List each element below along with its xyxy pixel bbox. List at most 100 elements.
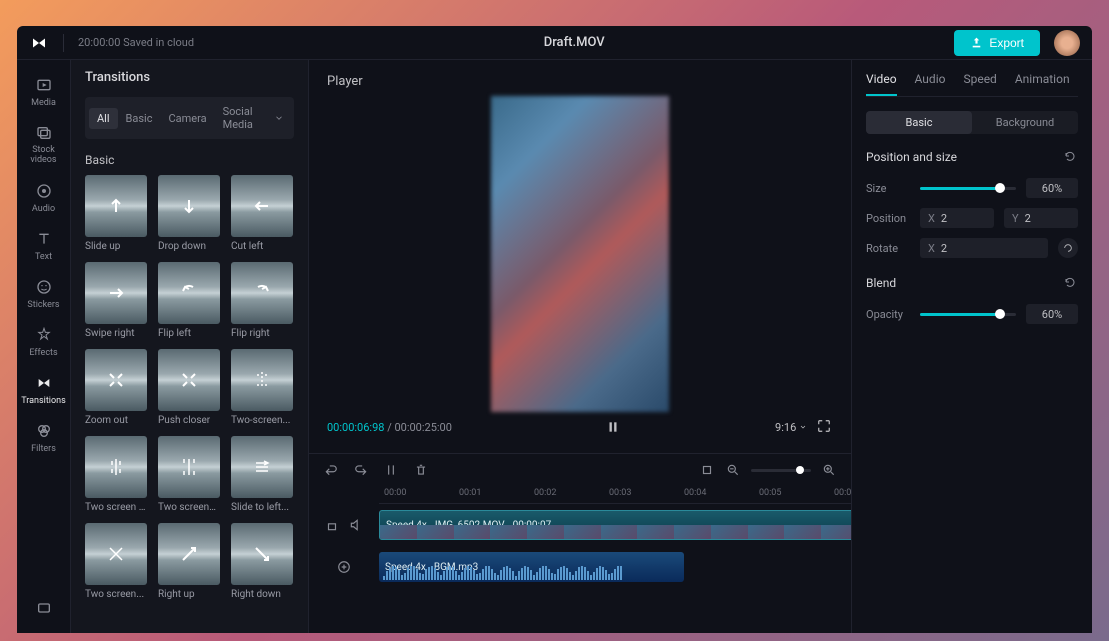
aspect-ratio[interactable]: 9:16 <box>775 421 807 434</box>
transition-item[interactable]: Two screen... <box>85 523 148 600</box>
export-label: Export <box>989 36 1024 50</box>
undo-button[interactable] <box>323 462 339 478</box>
player-controls: 00:00:06:98 / 00:00:25:00 9:16 <box>327 409 833 445</box>
video-stage[interactable] <box>327 99 833 409</box>
settings-icon <box>35 599 53 617</box>
transition-item[interactable]: Two screens... <box>158 436 221 513</box>
nav-filters[interactable]: Filters <box>19 416 69 460</box>
reset-icon <box>1064 150 1076 162</box>
audio-track[interactable]: Speed 4x BGM.mp3 <box>379 546 851 588</box>
filter-all[interactable]: All <box>89 108 118 129</box>
transition-item[interactable]: Flip right <box>231 262 294 339</box>
position-x-input[interactable]: X2 <box>920 208 994 228</box>
reset-icon <box>1064 276 1076 288</box>
transition-item[interactable]: Cut left <box>231 175 294 252</box>
subtab-basic[interactable]: Basic <box>866 111 972 134</box>
nav-audio[interactable]: Audio <box>19 176 69 220</box>
split-icon <box>384 463 398 477</box>
track-lock-button[interactable] <box>325 518 339 532</box>
ruler-tick: 00:04 <box>684 488 706 498</box>
size-value[interactable]: 60% <box>1026 178 1078 198</box>
subtab-background[interactable]: Background <box>972 111 1078 134</box>
transition-item[interactable]: Right down <box>231 523 294 600</box>
timeline-ruler[interactable]: 00:0000:0100:0200:0300:0400:0500:0600:07… <box>379 486 851 504</box>
track-add-button[interactable] <box>337 560 351 574</box>
nav-label: Media <box>31 98 56 108</box>
speaker-icon <box>349 518 363 532</box>
audio-clip[interactable]: Speed 4x BGM.mp3 <box>379 552 684 582</box>
tab-animation[interactable]: Animation <box>1015 72 1070 96</box>
crop-button[interactable] <box>699 462 715 478</box>
opacity-value[interactable]: 60% <box>1026 304 1078 324</box>
lock-icon <box>325 518 339 532</box>
transition-item[interactable]: Slide to left... <box>231 436 294 513</box>
zoom-in-button[interactable] <box>821 462 837 478</box>
blend-section: Blend Opacity 60% <box>866 276 1078 324</box>
transition-item[interactable]: Zoom out <box>85 349 148 426</box>
nav-stock-videos[interactable]: Stock videos <box>19 118 69 172</box>
track-mute-button[interactable] <box>349 518 363 532</box>
zoom-slider[interactable] <box>751 469 811 472</box>
rotate-icon <box>1063 243 1073 253</box>
tab-speed[interactable]: Speed <box>963 72 996 96</box>
rotate-input[interactable]: X2 <box>920 238 1048 258</box>
position-y-input[interactable]: Y2 <box>1004 208 1078 228</box>
chevron-down-icon <box>274 113 284 123</box>
filter-camera[interactable]: Camera <box>160 108 214 129</box>
size-slider[interactable] <box>920 187 1016 190</box>
rotate-button[interactable] <box>1058 238 1078 258</box>
tab-audio[interactable]: Audio <box>915 72 946 96</box>
video-clip-1[interactable]: Speed 4x IMG_6502.MOV 00:00:07 <box>379 510 851 540</box>
track-video-controls <box>309 504 379 546</box>
zoom-out-button[interactable] <box>725 462 741 478</box>
ruler-tick: 00:00 <box>384 488 406 498</box>
section-title: Position and size <box>866 150 957 164</box>
app-logo <box>29 33 49 53</box>
undo-icon <box>324 463 338 477</box>
plus-icon <box>337 560 351 574</box>
crop-icon <box>700 463 714 477</box>
section-title: Blend <box>866 276 896 290</box>
transition-item[interactable]: Flip left <box>158 262 221 339</box>
user-avatar[interactable] <box>1054 30 1080 56</box>
pause-button[interactable] <box>603 417 623 437</box>
fullscreen-button[interactable] <box>817 419 833 435</box>
trash-icon <box>414 463 428 477</box>
nav-transitions[interactable]: Transitions <box>19 368 69 412</box>
text-icon <box>35 230 53 248</box>
opacity-slider[interactable] <box>920 313 1016 316</box>
reset-button[interactable] <box>1064 150 1078 164</box>
reset-button[interactable] <box>1064 276 1078 290</box>
transition-item[interactable]: Swipe right <box>85 262 148 339</box>
transition-item[interactable]: Drop down <box>158 175 221 252</box>
export-button[interactable]: Export <box>954 30 1040 56</box>
filter-row: All Basic Camera Social Media <box>85 97 294 139</box>
split-button[interactable] <box>383 462 399 478</box>
nav-label: Stickers <box>27 300 59 310</box>
redo-icon <box>354 463 368 477</box>
transition-item[interactable]: Two-screen... <box>231 349 294 426</box>
transition-item[interactable]: Right up <box>158 523 221 600</box>
transition-item[interactable]: Two screen v... <box>85 436 148 513</box>
nav-media[interactable]: Media <box>19 70 69 114</box>
filter-social[interactable]: Social Media <box>215 101 268 135</box>
filter-basic[interactable]: Basic <box>118 108 161 129</box>
ruler-tick: 00:05 <box>759 488 781 498</box>
nav-text[interactable]: Text <box>19 224 69 268</box>
filters-icon <box>35 422 53 440</box>
save-status: 20:00:00 Saved in cloud <box>78 36 194 49</box>
ruler-tick: 00:02 <box>534 488 556 498</box>
transition-item[interactable]: Push closer <box>158 349 221 426</box>
redo-button[interactable] <box>353 462 369 478</box>
nav-effects[interactable]: Effects <box>19 320 69 364</box>
transition-item[interactable]: Slide up <box>85 175 148 252</box>
delete-button[interactable] <box>413 462 429 478</box>
timeline-toolbar <box>309 454 851 486</box>
video-track[interactable]: Speed 4x IMG_6502.MOV 00:00:07 Stock vid… <box>379 504 851 546</box>
player-label: Player <box>327 74 833 89</box>
nav-settings[interactable] <box>19 593 69 623</box>
tab-video[interactable]: Video <box>866 72 897 96</box>
nav-stickers[interactable]: Stickers <box>19 272 69 316</box>
filter-more-button[interactable] <box>268 113 290 123</box>
nav-label: Transitions <box>21 396 66 406</box>
